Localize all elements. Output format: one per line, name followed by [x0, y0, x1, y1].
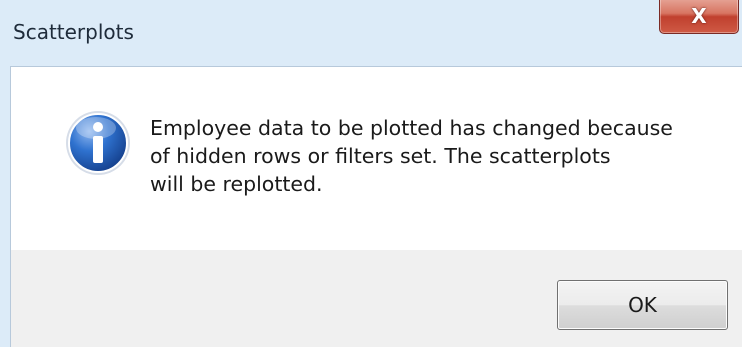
dialog-window: Scatterplots X Employee data to be plott… [0, 0, 742, 347]
message-text: Employee data to be plotted has changed … [150, 116, 673, 196]
message-area: Employee data to be plotted has changed … [11, 67, 742, 250]
close-icon: X [691, 4, 707, 28]
title-bar[interactable]: Scatterplots X [0, 0, 742, 66]
dialog-client-area: Employee data to be plotted has changed … [10, 66, 742, 347]
close-button[interactable]: X [659, 0, 739, 34]
ok-button-label: OK [628, 293, 657, 317]
info-icon [66, 111, 130, 175]
ok-button[interactable]: OK [557, 280, 728, 330]
window-title: Scatterplots [13, 20, 134, 44]
